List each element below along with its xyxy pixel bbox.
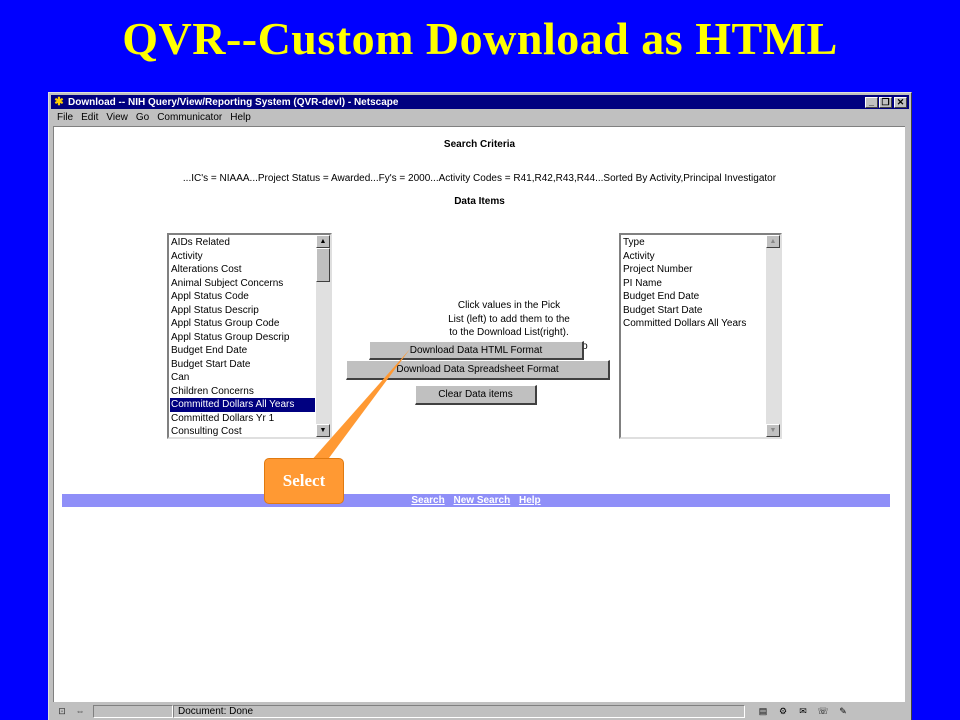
page-scroll-edge [905,126,911,702]
pick-list-item[interactable]: Alterations Cost [170,263,315,277]
menu-help[interactable]: Help [230,112,251,123]
download-spreadsheet-button[interactable]: Download Data Spreadsheet Format [346,360,610,380]
instruction-line: to the Download List(right). [449,327,569,338]
download-list-item[interactable]: Budget Start Date [622,304,765,318]
pick-list-item[interactable]: Children Concerns [170,385,315,399]
pick-list-scrollbar[interactable]: ▲ ▼ [316,235,330,437]
menu-go[interactable]: Go [136,112,149,123]
download-list-item[interactable]: PI Name [622,277,765,291]
browser-window: ✱ Download -- NIH Query/View/Reporting S… [48,92,912,720]
search-criteria-heading: Search Criteria [443,139,516,150]
status-progress-well [93,704,173,718]
menu-view[interactable]: View [106,112,128,123]
pick-list-item[interactable]: Consulting Cost [170,425,315,437]
pick-list-item[interactable]: Budget End Date [170,344,315,358]
scroll-up-arrow-icon[interactable]: ▲ [316,235,330,248]
pick-list-item[interactable]: Can [170,371,315,385]
instruction-line: List (left) to add them to the [448,313,570,325]
menu-edit[interactable]: Edit [81,112,98,123]
menu-file[interactable]: File [57,112,73,123]
scroll-thumb[interactable] [316,248,330,282]
clear-data-items-button[interactable]: Clear Data items [415,385,537,405]
mail-icon[interactable]: ✉ [795,706,811,717]
maximize-button[interactable]: ❐ [879,96,892,108]
download-list[interactable]: Type Activity Project Number PI Name Budget … [619,233,782,439]
pick-list-item[interactable]: Appl Status Code [170,290,315,304]
criteria-text: ...IC's = NIAAA...Project Status = Award… [182,173,777,184]
download-list-item[interactable]: Type [622,236,765,250]
window-titlebar[interactable]: ✱ Download -- NIH Query/View/Reporting S… [51,95,909,109]
pick-list-item[interactable]: AIDs Related [170,236,315,250]
minimize-button[interactable]: _ [865,96,878,108]
status-text: Document: Done [173,704,745,718]
lock-icon[interactable]: ⊡ [55,706,69,717]
netscape-app-icon: ✱ [54,96,64,108]
download-list-item[interactable]: Activity [622,250,765,264]
scroll-up-arrow-icon[interactable]: ▲ [766,235,780,248]
callout-label: Select [264,458,344,504]
pick-list-item[interactable]: Activity [170,250,315,264]
status-bar: ⊡ ⇔ Document: Done ▤ ⚙ ✉ ☏ ✎ [51,704,909,718]
nav-link-new-search[interactable]: New Search [453,495,510,506]
download-list-item[interactable]: Project Number [622,263,765,277]
composer-icon[interactable]: ✎ [835,706,851,717]
pick-list-item[interactable]: Appl Status Descrip [170,304,315,318]
pick-list-item[interactable]: Budget Start Date [170,358,315,372]
navigator-icon[interactable]: ⚙ [775,706,791,717]
discussion-icon[interactable]: ☏ [815,706,831,717]
pick-list-item[interactable]: Committed Dollars All Years [170,398,315,412]
scroll-down-arrow-icon[interactable]: ▼ [316,424,330,437]
nav-link-help[interactable]: Help [519,495,541,506]
menu-bar: File Edit View Go Communicator Help [51,110,909,124]
pick-list-item[interactable]: Animal Subject Concerns [170,277,315,291]
connection-icon: ⇔ [75,705,85,716]
pick-list-item[interactable]: Appl Status Group Code [170,317,315,331]
pick-list-item[interactable]: Appl Status Group Descrip [170,331,315,345]
pick-list-item[interactable]: Committed Dollars Yr 1 [170,412,315,426]
download-list-scrollbar[interactable]: ▲ ▼ [766,235,780,437]
slide-title: QVR--Custom Download as HTML [122,13,838,64]
data-items-heading: Data Items [454,196,505,207]
instruction-line: Click values in the Pick [457,300,561,311]
pick-list[interactable]: AIDs Related Activity Alterations Cost Anim… [167,233,332,439]
scroll-down-arrow-icon[interactable]: ▼ [766,424,780,437]
download-list-item[interactable]: Committed Dollars All Years [622,317,765,331]
window-title: Download -- NIH Query/View/Reporting Sys… [68,96,399,108]
download-html-button[interactable]: Download Data HTML Format [369,341,584,360]
nav-link-search[interactable]: Search [411,495,444,506]
page-content: Search Criteria ...IC's = NIAAA...Projec… [53,126,905,702]
nav-bar: Search New Search Help [62,494,890,507]
component-bar-icons[interactable]: ▤ [755,706,771,717]
download-list-item[interactable]: Budget End Date [622,290,765,304]
menu-communicator[interactable]: Communicator [157,112,222,123]
close-button[interactable]: ✕ [894,96,907,108]
